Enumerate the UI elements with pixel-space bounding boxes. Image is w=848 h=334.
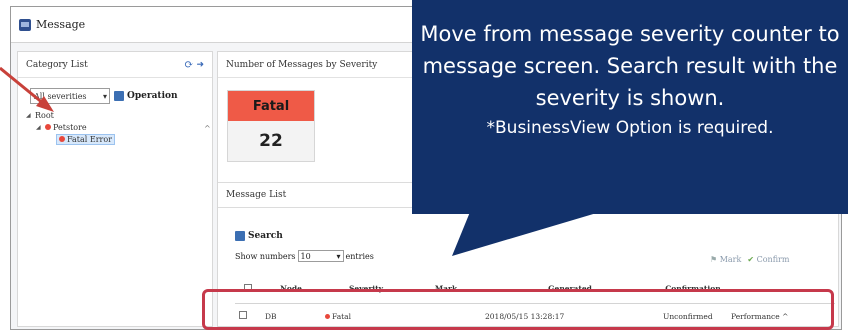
tree-node-label: Fatal Error [67, 134, 112, 144]
severity-counter-title: Number of Messages by Severity [226, 59, 378, 70]
severity-filter-value: All severities [34, 91, 87, 101]
show-numbers-label: Show numbers [235, 251, 296, 261]
chevron-down-icon: ▾ [336, 251, 341, 261]
flag-icon: ⚑ [710, 255, 718, 264]
message-list-title: Message List [226, 190, 287, 200]
mark-label: Mark [719, 255, 742, 264]
severity-filter-select[interactable]: All severities ▾ [30, 88, 110, 104]
annotation-callout: Move from message severity counter to me… [412, 0, 848, 214]
tree-node-root[interactable]: ◢ Root [22, 109, 212, 121]
fatal-counter-value: 22 [259, 131, 283, 151]
callout-main-text: Move from message severity counter to me… [420, 22, 840, 110]
operation-button[interactable]: Operation [114, 91, 178, 101]
category-list-title: Category List [26, 59, 88, 70]
page-size-select[interactable]: 10 ▾ [297, 250, 344, 262]
category-filter-row: All severities ▾ Operation [18, 78, 212, 104]
callout-note-text: *BusinessView Option is required. [486, 118, 774, 138]
category-tree: ◢ Root ◢ Petstore Fatal Error [18, 104, 212, 145]
operation-label: Operation [127, 91, 178, 101]
mark-confirm-buttons: ⚑ Mark ✔ Confirm [710, 255, 789, 264]
page-size-row: Show numbers 10 ▾ entries [235, 250, 374, 262]
fatal-status-icon [45, 124, 51, 130]
refresh-icon[interactable]: ⟳ [184, 58, 193, 71]
tree-node-fatal-error[interactable]: Fatal Error [22, 133, 212, 145]
entries-label: entries [345, 251, 374, 261]
tree-node-label: Root [35, 110, 54, 120]
fatal-status-icon [59, 136, 65, 142]
mark-button[interactable]: ⚑ Mark [710, 255, 741, 264]
message-window-icon [19, 18, 31, 31]
search-label: Search [248, 231, 283, 241]
search-icon [235, 231, 245, 241]
category-list-panel: Category List ⟳ ➜ All severities ▾ Opera… [17, 51, 213, 327]
scroll-up-icon[interactable]: ^ [204, 124, 211, 133]
expand-triangle-icon[interactable]: ◢ [26, 112, 35, 119]
check-circle-icon: ✔ [747, 255, 755, 264]
window-title: Message [36, 18, 86, 31]
fatal-counter-card[interactable]: Fatal 22 [227, 90, 315, 162]
tree-node-label: Petstore [53, 122, 87, 132]
expand-triangle-icon[interactable]: ◢ [36, 124, 45, 131]
fatal-counter-label: Fatal [228, 91, 314, 121]
page-size-value: 10 [300, 251, 311, 261]
confirm-label: Confirm [756, 255, 790, 264]
confirm-button[interactable]: ✔ Confirm [747, 255, 789, 264]
arrow-right-icon[interactable]: ➜ [196, 60, 204, 70]
tree-node-petstore[interactable]: ◢ Petstore [22, 121, 212, 133]
search-button[interactable]: Search [235, 231, 283, 241]
selected-node[interactable]: Fatal Error [56, 133, 115, 145]
operation-icon [114, 91, 124, 101]
category-list-header: Category List ⟳ ➜ [18, 52, 212, 78]
highlight-box [202, 289, 834, 330]
chevron-down-icon: ▾ [102, 91, 107, 101]
